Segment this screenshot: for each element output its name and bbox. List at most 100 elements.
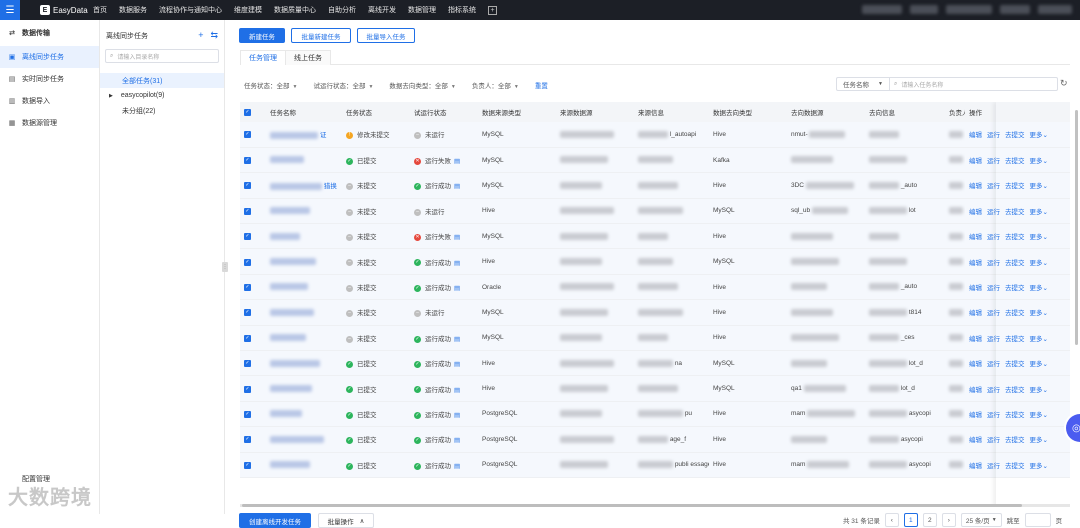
nav-item-analysis[interactable]: 自助分析 (328, 5, 356, 15)
table-row[interactable]: ✓ – 未提交 ✓ 运行成功 ▤ MySQL Hive _ces 编辑 运行 去提交 更多⌄ (240, 325, 1070, 352)
nav-item-modeling[interactable]: 维度建模 (234, 5, 262, 15)
jump-page-input[interactable] (1024, 513, 1051, 527)
log-doc-icon[interactable]: ▤ (454, 463, 460, 470)
nav-item-metrics[interactable]: 指标系统 (448, 5, 476, 15)
more-link[interactable]: 更多⌄ (1030, 310, 1048, 317)
submit-link[interactable]: 去提交 (1005, 285, 1025, 292)
edit-link[interactable]: 编辑 (969, 336, 982, 343)
submit-link[interactable]: 去提交 (1005, 361, 1025, 368)
tab-online-tasks[interactable]: 线上任务 (285, 50, 331, 65)
run-link[interactable]: 运行 (987, 183, 1000, 190)
page-size-select[interactable]: 25 条/页 ▼ (960, 513, 1002, 527)
task-name-cell[interactable] (266, 274, 342, 301)
submit-link[interactable]: 去提交 (1005, 260, 1025, 267)
table-row[interactable]: ✓ – 未提交 – 未运行 Hive MySQL sql_ub lot 编辑 运行 去提交 更多⌄ (240, 198, 1070, 225)
edit-link[interactable]: 编辑 (969, 158, 982, 165)
row-checkbox[interactable]: ✓ (240, 248, 266, 275)
table-row[interactable]: ✓ – 未提交 ✓ 运行成功 ▤ Hive MySQL 编辑 运行 去提交 更多⌄ (240, 248, 1070, 275)
filter-target-type[interactable]: 数据去向类型：全部 ▼ (389, 80, 455, 90)
row-checkbox[interactable]: ✓ (240, 198, 266, 225)
nav-item-quality[interactable]: 数据质量中心 (274, 5, 316, 15)
tab-task-management[interactable]: 任务管理 (240, 50, 286, 65)
edit-link[interactable]: 编辑 (969, 310, 982, 317)
tree-node-easycopilot[interactable]: ▶ easycopilot(9) (100, 88, 224, 103)
run-link[interactable]: 运行 (987, 209, 1000, 216)
submit-link[interactable]: 去提交 (1005, 437, 1025, 444)
edit-link[interactable]: 编辑 (969, 260, 982, 267)
more-link[interactable]: 更多⌄ (1030, 158, 1048, 165)
scrollbar-thumb[interactable] (242, 504, 1022, 507)
edit-link[interactable]: 编辑 (969, 234, 982, 241)
page-2-button[interactable]: 2 (922, 513, 937, 527)
log-doc-icon[interactable]: ▤ (454, 234, 460, 241)
nav-item-offline-dev[interactable]: 离线开发 (368, 5, 396, 15)
run-link[interactable]: 运行 (987, 463, 1000, 470)
more-link[interactable]: 更多⌄ (1030, 437, 1048, 444)
more-link[interactable]: 更多⌄ (1030, 234, 1048, 241)
table-row[interactable]: ✓ – 未提交 ✓ 运行成功 ▤ Oracle Hive _auto 编辑 运行 去提交 更多⌄ (240, 274, 1070, 301)
batch-ops-button[interactable]: 批量操作 ∧ (318, 513, 374, 528)
nav-more-icon[interactable]: + (488, 5, 497, 15)
log-doc-icon[interactable]: ▤ (454, 361, 460, 368)
run-link[interactable]: 运行 (987, 361, 1000, 368)
create-offline-dev-button[interactable]: 创建离线开发任务 (239, 513, 311, 528)
log-doc-icon[interactable]: ▤ (454, 260, 460, 267)
task-name-cell[interactable] (266, 198, 342, 225)
edit-link[interactable]: 编辑 (969, 437, 982, 444)
row-checkbox[interactable]: ✓ (240, 223, 266, 250)
row-checkbox[interactable]: ✓ (240, 274, 266, 301)
batch-new-button[interactable]: 批量新建任务 (291, 28, 351, 43)
run-link[interactable]: 运行 (987, 336, 1000, 343)
task-name-cell[interactable] (266, 452, 342, 478)
brand[interactable]: E EasyData (40, 5, 93, 15)
log-doc-icon[interactable]: ▤ (454, 336, 460, 343)
reset-button[interactable]: 重置 (535, 80, 548, 90)
row-checkbox[interactable]: ✓ (240, 122, 266, 148)
row-checkbox[interactable]: ✓ (240, 325, 266, 352)
submit-link[interactable]: 去提交 (1005, 336, 1025, 343)
nav-item-home[interactable]: 首页 (93, 5, 107, 15)
log-doc-icon[interactable]: ▤ (454, 183, 460, 190)
sidebar-item-realtime-sync[interactable]: ▤ 实时同步任务 (0, 68, 99, 90)
filter-task-status[interactable]: 任务状态：全部 ▼ (244, 80, 297, 90)
table-row[interactable]: ✓ ✓ 已提交 ✓ 运行成功 ▤ PostgreSQL age_f Hive asycopi… (240, 426, 1070, 453)
row-checkbox[interactable]: ✓ (240, 426, 266, 453)
run-link[interactable]: 运行 (987, 260, 1000, 267)
log-doc-icon[interactable]: ▤ (454, 158, 460, 165)
table-row[interactable]: ✓ ✓ 已提交 ✓ 运行成功 ▤ Hive na MySQL lot_d 编辑 运行 去提交 更多⌄ (240, 350, 1070, 377)
table-row[interactable]: ✓ ✓ 已提交 ✕ 运行失败 ▤ MySQL Kafka 编辑 运行 去提交 更多⌄ (240, 147, 1070, 174)
task-name-cell[interactable] (266, 248, 342, 275)
task-name-cell[interactable]: 猎换 (266, 172, 342, 199)
nav-item-data-service[interactable]: 数据服务 (119, 5, 147, 15)
next-page-icon[interactable]: › (941, 513, 956, 527)
submit-link[interactable]: 去提交 (1005, 310, 1025, 317)
sidebar-item-data-import[interactable]: ▥ 数据导入 (0, 90, 99, 112)
table-row[interactable]: ✓ 证! 修改未提交 – 未运行 MySQL l_autoapi Hive nmut- 编辑… (240, 122, 1070, 148)
run-link[interactable]: 运行 (987, 437, 1000, 444)
edit-link[interactable]: 编辑 (969, 387, 982, 394)
edit-link[interactable]: 编辑 (969, 209, 982, 216)
submit-link[interactable]: 去提交 (1005, 234, 1025, 241)
switch-icon[interactable]: ⇆ (210, 30, 218, 41)
table-row[interactable]: ✓ ✓ 已提交 ✓ 运行成功▤ PostgreSQL publi essagesHive… (240, 452, 1070, 478)
submit-link[interactable]: 去提交 (1005, 387, 1025, 394)
nav-item-data-management[interactable]: 数据管理 (408, 5, 436, 15)
row-checkbox[interactable]: ✓ (240, 452, 266, 478)
more-link[interactable]: 更多⌄ (1030, 387, 1048, 394)
task-name-cell[interactable] (266, 299, 342, 326)
table-row[interactable]: ✓ ✓ 已提交 ✓ 运行成功 ▤ PostgreSQL pu Hive mam asycopi… (240, 401, 1070, 428)
more-link[interactable]: 更多⌄ (1030, 336, 1048, 343)
row-checkbox[interactable]: ✓ (240, 299, 266, 326)
run-link[interactable]: 运行 (987, 234, 1000, 241)
chevron-right-icon[interactable]: ▶ (109, 93, 113, 99)
submit-link[interactable]: 去提交 (1005, 158, 1025, 165)
edit-link[interactable]: 编辑 (969, 183, 982, 190)
run-link[interactable]: 运行 (987, 285, 1000, 292)
tree-node-ungrouped[interactable]: 未分组(22) (100, 103, 224, 118)
tree-search-input[interactable]: ⌕ 请输入目录名称 (105, 49, 219, 63)
log-doc-icon[interactable]: ▤ (454, 437, 460, 444)
edit-link[interactable]: 编辑 (969, 285, 982, 292)
run-link[interactable]: 运行 (987, 132, 1000, 139)
row-checkbox[interactable]: ✓ (240, 172, 266, 199)
submit-link[interactable]: 去提交 (1005, 412, 1025, 419)
